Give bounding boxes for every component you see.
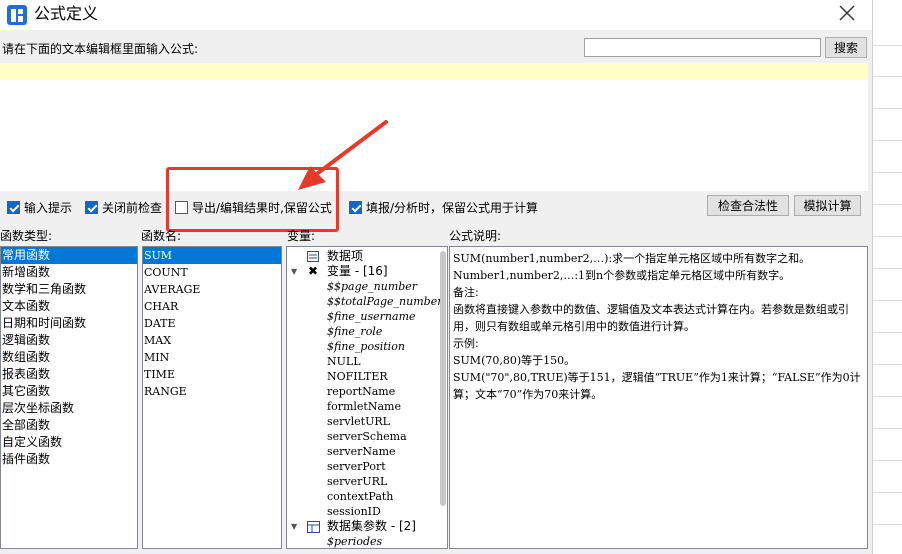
description-line: SUM(70,80)等于150。	[453, 354, 576, 367]
tree-item[interactable]: $fine_role	[287, 324, 447, 339]
table-icon	[307, 251, 319, 262]
editor-prompt: 请在下面的文本编辑框里面输入公式:	[2, 42, 199, 56]
simulate-button[interactable]: 模拟计算	[794, 195, 861, 216]
tree-item[interactable]: servletURL	[287, 414, 447, 429]
keep-formula-fill-label: 填报/分析时，保留公式用于计算	[366, 200, 539, 215]
annotation-arrow-icon	[298, 120, 388, 190]
formula-desc-header: 公式说明:	[449, 229, 502, 243]
tree-item[interactable]: serverSchema	[287, 429, 447, 444]
keep-formula-fill-option[interactable]: 填报/分析时，保留公式用于计算	[349, 199, 538, 215]
background-sheet-strip	[872, 0, 902, 554]
tree-item[interactable]: reportName	[287, 384, 447, 399]
check-before-close-label: 关闭前检查	[102, 200, 163, 215]
func-name-item[interactable]: RANGE	[143, 383, 281, 400]
chevron-down-icon[interactable]: ▼	[291, 519, 297, 534]
tree-item[interactable]: $$page_number	[287, 279, 447, 294]
tree-item[interactable]: $fine_username	[287, 309, 447, 324]
keep-formula-fill-checkbox[interactable]	[349, 200, 362, 214]
func-name-item[interactable]: AVERAGE	[143, 281, 281, 298]
func-type-item[interactable]: 日期和时间函数	[1, 315, 137, 332]
app-logo-icon	[7, 5, 27, 25]
tree-item[interactable]: $periodes	[287, 534, 447, 548]
tree-item[interactable]: contextPath	[287, 489, 447, 504]
func-type-item[interactable]: 层次坐标函数	[1, 400, 137, 417]
func-name-item[interactable]: DATE	[143, 315, 281, 332]
description-line: Number1,number2,…:1到n个参数或指定单元格区域中所有数字。	[453, 269, 791, 282]
variable-header: 变量:	[287, 229, 316, 243]
formula-editor[interactable]	[0, 63, 868, 191]
title-bar: 公式定义	[0, 0, 872, 30]
tree-group-variables[interactable]: ▼ ✖ 变量 - [16]	[287, 264, 447, 279]
tree-label: 数据项	[327, 249, 364, 263]
variable-icon: ✖	[308, 264, 319, 278]
tree-group-dataset-params[interactable]: ▼ 数据集参数 - [2]	[287, 519, 447, 534]
func-type-item[interactable]: 文本函数	[1, 298, 137, 315]
dataset-icon	[307, 521, 320, 533]
window-title: 公式定义	[34, 4, 99, 23]
editor-current-line	[0, 63, 868, 80]
tree-item[interactable]: $$totalPage_number	[287, 294, 447, 309]
func-type-item[interactable]: 常用函数	[1, 247, 137, 264]
func-name-item[interactable]: TIME	[143, 366, 281, 383]
func-type-item[interactable]: 新增函数	[1, 264, 137, 281]
description-line: SUM("70",80,TRUE)等于151，逻辑值“TRUE”作为1来计算；“…	[453, 371, 861, 401]
tree-item[interactable]: sessionID	[287, 504, 447, 519]
func-name-item[interactable]: MAX	[143, 332, 281, 349]
func-type-item[interactable]: 其它函数	[1, 383, 137, 400]
description-line: 示例:	[453, 337, 479, 350]
chevron-down-icon[interactable]: ▼	[291, 264, 297, 279]
func-type-item[interactable]: 数组函数	[1, 349, 137, 366]
search-button[interactable]: 搜索	[825, 37, 867, 58]
func-type-list: 常用函数 新增函数 数学和三角函数 文本函数 日期和时间函数 逻辑函数 数组函数…	[0, 246, 138, 549]
tree-item-data-item[interactable]: 数据项	[287, 249, 447, 264]
tree-item[interactable]: serverPort	[287, 459, 447, 474]
input-hint-label: 输入提示	[24, 200, 73, 215]
check-before-close-checkbox[interactable]	[85, 200, 98, 214]
func-name-item[interactable]: COUNT	[143, 264, 281, 281]
func-type-item[interactable]: 全部函数	[1, 417, 137, 434]
tree-item[interactable]: NOFILTER	[287, 369, 447, 384]
check-before-close-option[interactable]: 关闭前检查	[85, 199, 162, 215]
func-name-item[interactable]: CHAR	[143, 298, 281, 315]
func-type-item[interactable]: 报表函数	[1, 366, 137, 383]
check-validity-button[interactable]: 检查合法性	[707, 195, 789, 216]
close-icon[interactable]	[834, 2, 860, 26]
description-line: 备注:	[453, 286, 479, 299]
tree-item[interactable]: NULL	[287, 354, 447, 369]
func-name-item[interactable]: SUM	[143, 247, 281, 264]
search-input[interactable]	[584, 38, 821, 57]
tree-item[interactable]: serverName	[287, 444, 447, 459]
func-name-header: 函数名:	[141, 229, 182, 243]
input-hint-checkbox[interactable]	[7, 200, 20, 214]
formula-description: SUM(number1,number2,…):求一个指定单元格区域中所有数字之和…	[449, 246, 868, 549]
variable-tree-scrollbar[interactable]	[440, 251, 446, 506]
func-type-item[interactable]: 逻辑函数	[1, 332, 137, 349]
tree-label: 变量 - [16]	[327, 264, 388, 278]
description-line: 函数将直接键入参数中的数值、逻辑值及文本表达式计算在内。若参数是数组或引用，则只…	[453, 303, 849, 333]
func-name-list: SUM COUNT AVERAGE CHAR DATE MAX MIN TIME…	[142, 246, 282, 549]
description-line: SUM(number1,number2,…):求一个指定单元格区域中所有数字之和…	[453, 252, 811, 265]
func-type-header: 函数类型:	[0, 229, 53, 243]
input-hint-option[interactable]: 输入提示	[7, 199, 72, 215]
tree-item[interactable]: formletName	[287, 399, 447, 414]
tree-label: 数据集参数 - [2]	[327, 519, 416, 533]
tree-item[interactable]: $fine_position	[287, 339, 447, 354]
func-type-item[interactable]: 自定义函数	[1, 434, 137, 451]
func-type-item[interactable]: 插件函数	[1, 451, 137, 468]
tree-item[interactable]: serverURL	[287, 474, 447, 489]
func-name-item[interactable]: MIN	[143, 349, 281, 366]
variable-tree: 数据项 ▼ ✖ 变量 - [16] $$page_number $$totalP…	[286, 246, 448, 549]
func-type-item[interactable]: 数学和三角函数	[1, 281, 137, 298]
